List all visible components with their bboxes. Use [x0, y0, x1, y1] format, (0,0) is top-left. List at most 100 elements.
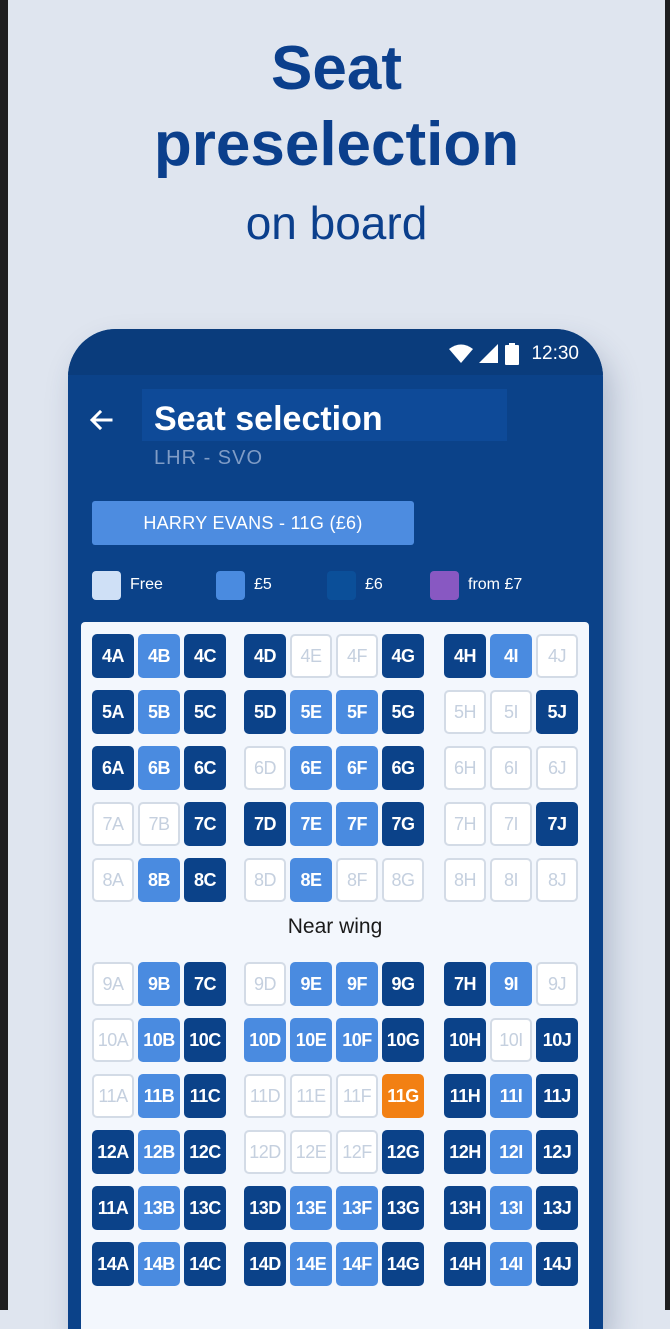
seat-8b[interactable]: 8B	[138, 858, 180, 902]
seat-12h[interactable]: 12H	[444, 1130, 486, 1174]
seat-14d[interactable]: 14D	[244, 1242, 286, 1286]
seat-6g[interactable]: 6G	[382, 746, 424, 790]
seat-14i[interactable]: 14I	[490, 1242, 532, 1286]
seat-11b[interactable]: 11B	[138, 1074, 180, 1118]
seat-14e[interactable]: 14E	[290, 1242, 332, 1286]
seat-4c[interactable]: 4C	[184, 634, 226, 678]
seat-8c[interactable]: 8C	[184, 858, 226, 902]
seat-10h[interactable]: 10H	[444, 1018, 486, 1062]
seat-9f[interactable]: 9F	[336, 962, 378, 1006]
seat-14g[interactable]: 14G	[382, 1242, 424, 1286]
seat-14j[interactable]: 14J	[536, 1242, 578, 1286]
seat-12b[interactable]: 12B	[138, 1130, 180, 1174]
seat-10b[interactable]: 10B	[138, 1018, 180, 1062]
seat-5b[interactable]: 5B	[138, 690, 180, 734]
seat-11c[interactable]: 11C	[184, 1074, 226, 1118]
seat-7f[interactable]: 7F	[336, 802, 378, 846]
seat-7h[interactable]: 7H	[444, 962, 486, 1006]
seat-8d[interactable]: 8D	[244, 858, 286, 902]
seat-13b[interactable]: 13B	[138, 1186, 180, 1230]
seat-13g[interactable]: 13G	[382, 1186, 424, 1230]
seat-13e[interactable]: 13E	[290, 1186, 332, 1230]
seat-7j[interactable]: 7J	[536, 802, 578, 846]
seat-5j[interactable]: 5J	[536, 690, 578, 734]
seat-8a[interactable]: 8A	[92, 858, 134, 902]
seat-7b[interactable]: 7B	[138, 802, 180, 846]
seat-11j[interactable]: 11J	[536, 1074, 578, 1118]
seat-11a[interactable]: 11A	[92, 1186, 134, 1230]
seat-13f[interactable]: 13F	[336, 1186, 378, 1230]
seat-6d[interactable]: 6D	[244, 746, 286, 790]
seat-7g[interactable]: 7G	[382, 802, 424, 846]
seat-5f[interactable]: 5F	[336, 690, 378, 734]
seat-13i[interactable]: 13I	[490, 1186, 532, 1230]
seat-14c[interactable]: 14C	[184, 1242, 226, 1286]
seat-12g[interactable]: 12G	[382, 1130, 424, 1174]
seat-4g[interactable]: 4G	[382, 634, 424, 678]
seat-12c[interactable]: 12C	[184, 1130, 226, 1174]
seat-6e[interactable]: 6E	[290, 746, 332, 790]
seat-4b[interactable]: 4B	[138, 634, 180, 678]
seat-5c[interactable]: 5C	[184, 690, 226, 734]
seat-14a[interactable]: 14A	[92, 1242, 134, 1286]
seat-12e[interactable]: 12E	[290, 1130, 332, 1174]
seat-4j[interactable]: 4J	[536, 634, 578, 678]
seat-8f[interactable]: 8F	[336, 858, 378, 902]
seat-12a[interactable]: 12A	[92, 1130, 134, 1174]
seat-8j[interactable]: 8J	[536, 858, 578, 902]
seat-7d[interactable]: 7D	[244, 802, 286, 846]
seat-9b[interactable]: 9B	[138, 962, 180, 1006]
seat-4i[interactable]: 4I	[490, 634, 532, 678]
seat-11d[interactable]: 11D	[244, 1074, 286, 1118]
passenger-seat-chip[interactable]: HARRY EVANS - 11G (£6)	[92, 501, 414, 545]
seat-9j[interactable]: 9J	[536, 962, 578, 1006]
seat-8i[interactable]: 8I	[490, 858, 532, 902]
seat-10e[interactable]: 10E	[290, 1018, 332, 1062]
seat-10f[interactable]: 10F	[336, 1018, 378, 1062]
seat-11i[interactable]: 11I	[490, 1074, 532, 1118]
seat-5g[interactable]: 5G	[382, 690, 424, 734]
seat-4f[interactable]: 4F	[336, 634, 378, 678]
seat-8e[interactable]: 8E	[290, 858, 332, 902]
seat-4a[interactable]: 4A	[92, 634, 134, 678]
seat-13j[interactable]: 13J	[536, 1186, 578, 1230]
seat-11a[interactable]: 11A	[92, 1074, 134, 1118]
seat-9g[interactable]: 9G	[382, 962, 424, 1006]
seat-11e[interactable]: 11E	[290, 1074, 332, 1118]
seat-13h[interactable]: 13H	[444, 1186, 486, 1230]
seat-11g-selected[interactable]: 11G	[382, 1074, 424, 1118]
seat-13d[interactable]: 13D	[244, 1186, 286, 1230]
seat-7h[interactable]: 7H	[444, 802, 486, 846]
seat-6j[interactable]: 6J	[536, 746, 578, 790]
seat-6f[interactable]: 6F	[336, 746, 378, 790]
seat-5a[interactable]: 5A	[92, 690, 134, 734]
seat-10j[interactable]: 10J	[536, 1018, 578, 1062]
seat-5i[interactable]: 5I	[490, 690, 532, 734]
seat-9i[interactable]: 9I	[490, 962, 532, 1006]
seat-7c[interactable]: 7C	[184, 802, 226, 846]
seat-7e[interactable]: 7E	[290, 802, 332, 846]
seat-7a[interactable]: 7A	[92, 802, 134, 846]
seat-9a[interactable]: 9A	[92, 962, 134, 1006]
seat-4e[interactable]: 4E	[290, 634, 332, 678]
seat-7i[interactable]: 7I	[490, 802, 532, 846]
seat-6a[interactable]: 6A	[92, 746, 134, 790]
back-button[interactable]	[86, 405, 116, 435]
seat-12f[interactable]: 12F	[336, 1130, 378, 1174]
seat-10a[interactable]: 10A	[92, 1018, 134, 1062]
seat-6h[interactable]: 6H	[444, 746, 486, 790]
seat-11f[interactable]: 11F	[336, 1074, 378, 1118]
seat-10i[interactable]: 10I	[490, 1018, 532, 1062]
seat-9d[interactable]: 9D	[244, 962, 286, 1006]
seat-8h[interactable]: 8H	[444, 858, 486, 902]
seat-6b[interactable]: 6B	[138, 746, 180, 790]
seat-14b[interactable]: 14B	[138, 1242, 180, 1286]
seat-10g[interactable]: 10G	[382, 1018, 424, 1062]
seat-8g[interactable]: 8G	[382, 858, 424, 902]
seat-11h[interactable]: 11H	[444, 1074, 486, 1118]
seat-10c[interactable]: 10C	[184, 1018, 226, 1062]
seat-10d[interactable]: 10D	[244, 1018, 286, 1062]
seat-12d[interactable]: 12D	[244, 1130, 286, 1174]
seat-7c[interactable]: 7C	[184, 962, 226, 1006]
seat-9e[interactable]: 9E	[290, 962, 332, 1006]
